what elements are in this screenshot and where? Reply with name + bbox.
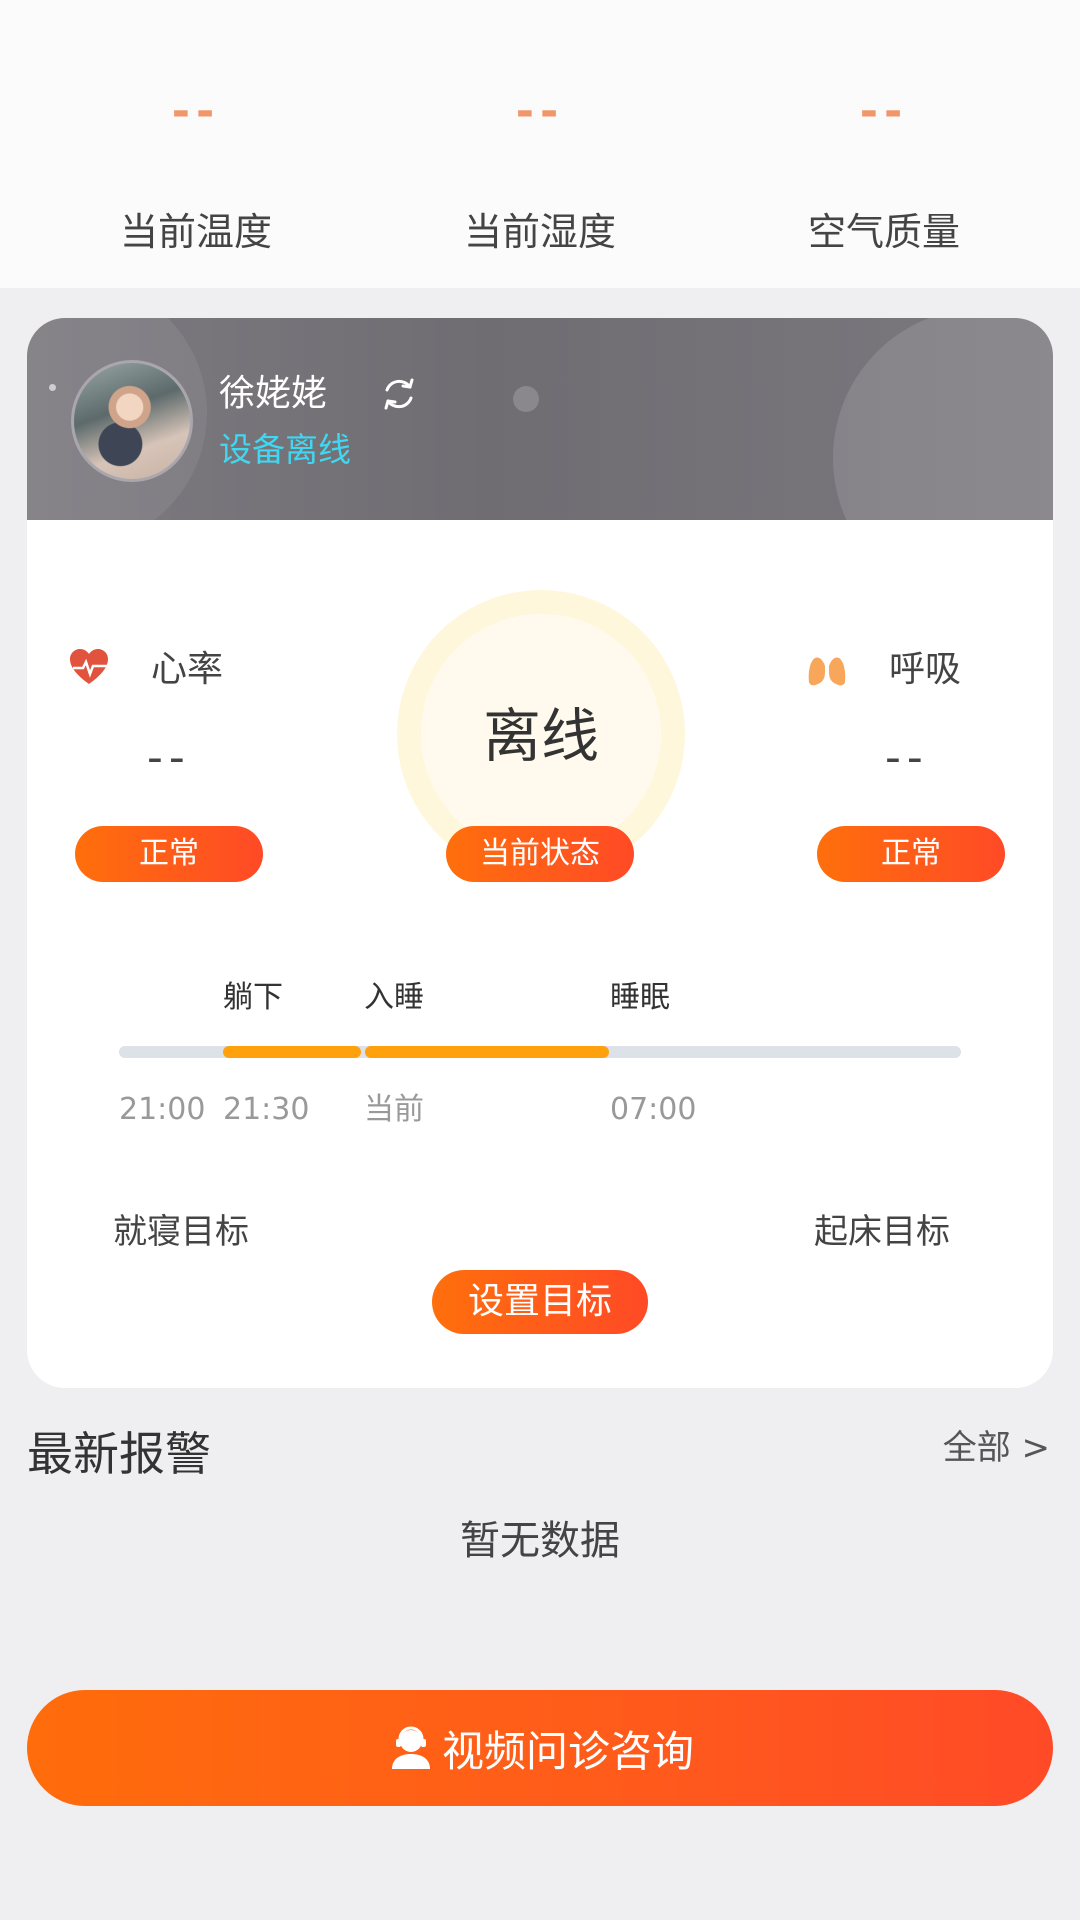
- wake-goal-label[interactable]: 起床目标: [814, 1210, 950, 1254]
- timeline-sleep-label: 睡眠: [610, 980, 670, 1015]
- temperature-label: 当前温度: [119, 210, 272, 254]
- header-decoration: [513, 386, 539, 412]
- monitor-card: 徐姥姥 设备离线 心率 -- 正常 离线 当前状态 呼吸 -- 正常 躺下 入睡…: [27, 318, 1053, 1388]
- latest-alarms-title: 最新报警: [27, 1427, 211, 1481]
- timeline-segment-lie-down: [223, 1046, 361, 1058]
- timeline-now-label: 当前: [364, 1092, 424, 1127]
- environment-panel: -- 当前温度 -- 当前湿度 -- 空气质量: [0, 0, 1080, 288]
- profile-name: 徐姥姥: [219, 373, 328, 414]
- timeline-start-time: 21:00: [119, 1092, 206, 1127]
- set-goal-button[interactable]: 设置目标: [432, 1270, 648, 1334]
- humidity-label: 当前湿度: [463, 210, 616, 254]
- alarms-empty-state: 暂无数据: [460, 1518, 620, 1564]
- timeline-segment-asleep: [365, 1046, 609, 1058]
- heart-rate-status-badge: 正常: [75, 826, 263, 882]
- bedtime-goal-label[interactable]: 就寝目标: [113, 1210, 249, 1254]
- current-state-value: 离线: [482, 702, 599, 770]
- doctor-icon: [391, 1726, 430, 1769]
- heart-icon: [70, 649, 108, 684]
- breathing-status-badge: 正常: [817, 826, 1005, 882]
- timeline-fall-asleep-label: 入睡: [364, 980, 424, 1015]
- timeline-wake-time: 07:00: [610, 1092, 697, 1127]
- breathing-label: 呼吸: [889, 649, 962, 690]
- humidity-value: --: [515, 86, 565, 137]
- temperature-value: --: [171, 86, 221, 137]
- heart-rate-value: --: [147, 732, 191, 783]
- device-status: 设备离线: [219, 430, 351, 469]
- video-consult-label: 视频问诊咨询: [441, 1726, 694, 1776]
- breathing-value: --: [885, 732, 929, 783]
- humidity-stat: -- 当前湿度: [360, 86, 720, 255]
- lungs-icon: [808, 654, 846, 686]
- video-consult-button[interactable]: 视频问诊咨询: [27, 1690, 1053, 1806]
- current-state-badge: 当前状态: [446, 826, 634, 882]
- view-all-alarms-link[interactable]: 全部 >: [943, 1426, 1050, 1470]
- air-quality-value: --: [859, 86, 909, 137]
- refresh-icon[interactable]: [379, 374, 419, 414]
- temperature-stat: -- 当前温度: [16, 86, 376, 255]
- heart-rate-label: 心率: [151, 649, 224, 690]
- air-quality-stat: -- 空气质量: [704, 86, 1064, 255]
- header-decoration: [49, 384, 56, 391]
- timeline-lie-down-label: 躺下: [223, 980, 283, 1015]
- header-decoration: [833, 318, 1053, 520]
- avatar[interactable]: [71, 360, 193, 482]
- air-quality-label: 空气质量: [807, 210, 960, 254]
- profile-header: 徐姥姥 设备离线: [27, 318, 1053, 520]
- timeline-lie-down-time: 21:30: [223, 1092, 310, 1127]
